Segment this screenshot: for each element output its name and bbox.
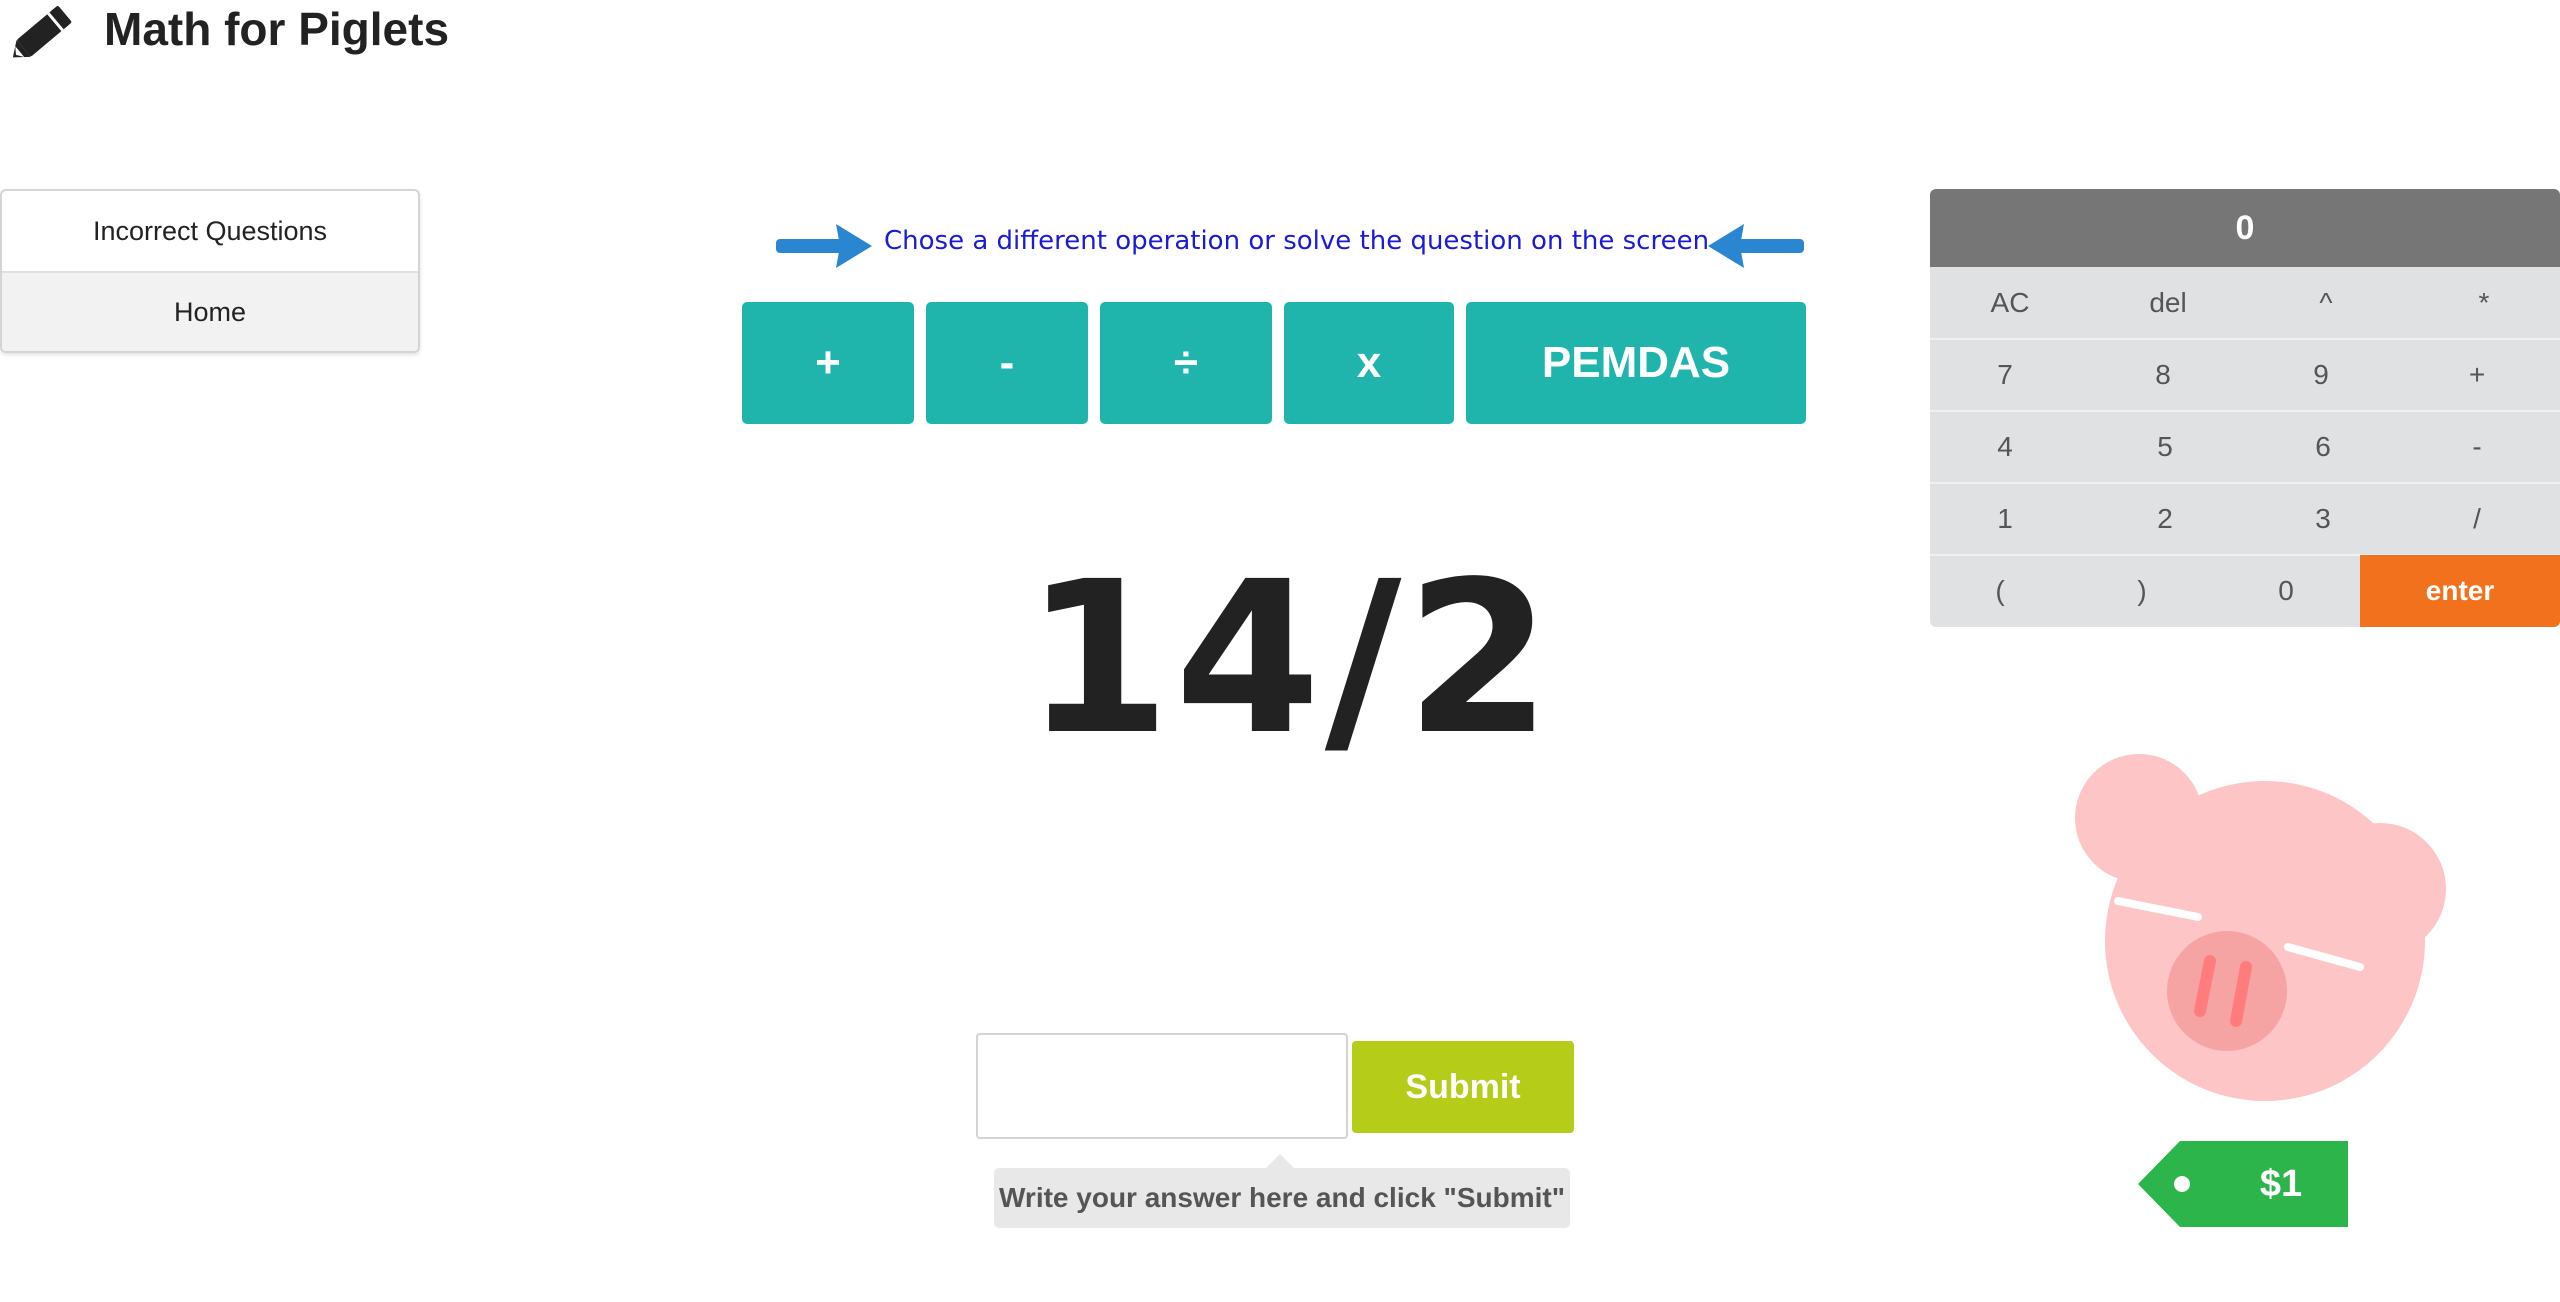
calculator-row: 4 5 6 - <box>1930 411 2560 483</box>
calc-key-delete[interactable]: del <box>2108 267 2228 339</box>
arrow-left-icon <box>1708 224 1804 268</box>
submit-button[interactable]: Submit <box>1352 1041 1574 1133</box>
instruction-text: Chose a different operation or solve the… <box>884 226 1710 256</box>
calc-key-plus[interactable]: + <box>2402 339 2552 411</box>
calculator-row: 7 8 9 + <box>1930 339 2560 411</box>
price-tag: $1 <box>2138 1141 2348 1227</box>
calculator-keypad: AC del ^ * 7 8 9 + 4 5 6 - 1 2 3 / ( ) 0… <box>1930 267 2560 627</box>
division-button[interactable]: ÷ <box>1100 302 1272 424</box>
calc-key-4[interactable]: 4 <box>1930 411 2080 483</box>
calculator: 0 AC del ^ * 7 8 9 + 4 5 6 - 1 2 3 / ()… <box>1930 189 2560 627</box>
calc-key-close-paren[interactable]: ) <box>2072 555 2212 627</box>
instruction-banner: Chose a different operation or solve the… <box>774 218 1806 274</box>
calc-key-9[interactable]: 9 <box>2246 339 2396 411</box>
calc-key-0[interactable]: 0 <box>2216 555 2356 627</box>
addition-button[interactable]: + <box>742 302 914 424</box>
multiplication-button[interactable]: x <box>1284 302 1454 424</box>
menu-item-incorrect-questions[interactable]: Incorrect Questions <box>2 191 418 271</box>
calc-key-7[interactable]: 7 <box>1930 339 2080 411</box>
app-title: Math for Piglets <box>104 3 450 55</box>
calculator-row: AC del ^ * <box>1930 267 2560 339</box>
price-amount: $1 <box>2259 1162 2303 1205</box>
calc-key-enter[interactable]: enter <box>2360 555 2560 627</box>
calculator-display: 0 <box>1930 189 2560 267</box>
menu-item-home[interactable]: Home <box>2 271 418 351</box>
calc-key-3[interactable]: 3 <box>2248 483 2398 555</box>
answer-input[interactable] <box>976 1033 1348 1139</box>
calc-key-power[interactable]: ^ <box>2266 267 2386 339</box>
calc-key-divide[interactable]: / <box>2402 483 2552 555</box>
answer-hint-tooltip: Write your answer here and click "Submit… <box>994 1154 1570 1228</box>
calc-key-5[interactable]: 5 <box>2090 411 2240 483</box>
calculator-row: ( ) 0 enter <box>1930 555 2560 627</box>
pig-head <box>2105 781 2425 1101</box>
pencil-icon <box>12 6 72 58</box>
calc-key-open-paren[interactable]: ( <box>1930 555 2070 627</box>
side-menu: Incorrect Questions Home <box>0 189 420 353</box>
pig-snout <box>2167 931 2287 1051</box>
calc-key-clear[interactable]: AC <box>1950 267 2070 339</box>
piglet-image <box>2075 754 2446 1101</box>
arrow-right-icon <box>776 224 872 268</box>
pemdas-button[interactable]: PEMDAS <box>1466 302 1806 424</box>
math-question: 14/2 <box>1024 535 1556 781</box>
calc-key-1[interactable]: 1 <box>1930 483 2080 555</box>
calc-key-2[interactable]: 2 <box>2090 483 2240 555</box>
calc-key-8[interactable]: 8 <box>2088 339 2238 411</box>
calc-key-6[interactable]: 6 <box>2248 411 2398 483</box>
subtraction-button[interactable]: - <box>926 302 1088 424</box>
calc-key-minus[interactable]: - <box>2402 411 2552 483</box>
calc-key-multiply[interactable]: * <box>2424 267 2544 339</box>
calculator-row: 1 2 3 / <box>1930 483 2560 555</box>
